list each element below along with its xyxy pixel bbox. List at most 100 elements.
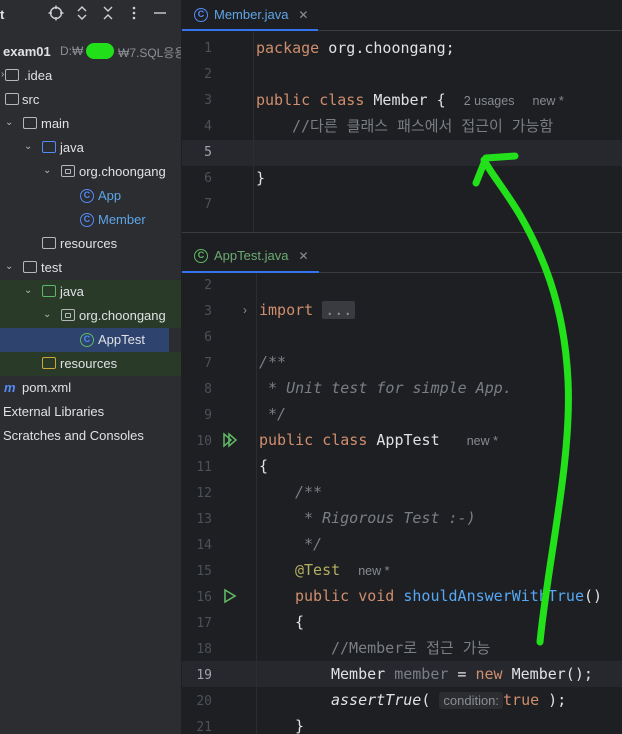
keyword: package (256, 39, 320, 57)
code-line: * Rigorous Test :-) (295, 505, 476, 531)
tree-item-label: java (60, 284, 84, 299)
tree-item-pom[interactable]: m pom.xml (0, 376, 181, 400)
code-line: public void shouldAnswerWithTrue() (295, 583, 602, 609)
code-line: import ... (259, 297, 356, 323)
code-line: { (295, 609, 304, 635)
expanded-arrow-icon[interactable]: ⌄ (5, 260, 17, 274)
tree-item-main-package[interactable]: ⌄ org.choongang (0, 160, 181, 184)
author-hint[interactable]: new * (467, 434, 498, 448)
close-icon[interactable]: ✕ (298, 249, 308, 263)
line-number: 6 (204, 330, 212, 345)
folder-icon (5, 69, 19, 81)
test-class-icon: C (194, 248, 208, 263)
line-number: 13 (196, 512, 212, 527)
editor-area: C Member.java ✕ 1 2 3 4 5 6 7 package or… (182, 0, 622, 734)
expand-all-icon[interactable] (73, 5, 91, 23)
expanded-arrow-icon[interactable]: ⌄ (5, 116, 17, 130)
test-resources-folder-icon (42, 357, 56, 369)
tree-item-label: src (22, 92, 40, 107)
code-line: */ (259, 401, 286, 427)
tree-item-label: pom.xml (22, 380, 72, 395)
class-icon: C (80, 213, 94, 227)
code-line: */ (295, 531, 322, 557)
project-root-path-tail: ₩7.SQL응용 (118, 46, 181, 60)
gutter-divider (256, 273, 257, 734)
target-icon[interactable] (47, 5, 65, 23)
author-hint[interactable]: new * (533, 94, 564, 108)
code-line: @Test new * (295, 557, 390, 583)
minimize-icon[interactable] (151, 5, 169, 23)
code-line: package org.choongang; (256, 35, 455, 61)
tree-item-test-package[interactable]: ⌄ org.choongang (0, 304, 181, 328)
folded-imports[interactable]: ... (322, 301, 356, 319)
expanded-arrow-icon[interactable]: ⌄ (43, 308, 55, 322)
tree-item-test[interactable]: ⌄ test (0, 256, 181, 280)
editor-splitter[interactable] (182, 232, 622, 233)
tree-item-app[interactable]: C App (0, 184, 181, 208)
keyword: class (319, 91, 365, 109)
tree-item-label: Member (98, 212, 146, 227)
project-title[interactable]: t (0, 7, 4, 22)
code-line: //다른 클래스 패스에서 접근이 가능함 (292, 113, 553, 139)
class-icon: C (194, 7, 208, 22)
expanded-arrow-icon[interactable]: ⌄ (24, 140, 36, 154)
code-text: AppTest (367, 431, 440, 449)
line-number: 3 (204, 304, 212, 319)
code-text: { (295, 613, 305, 631)
line-number: 17 (196, 616, 212, 631)
code-line: * Unit test for simple App. (259, 375, 512, 401)
code-line: //Member로 접근 가능 (331, 635, 490, 661)
run-gutter-icon[interactable] (222, 588, 238, 604)
code-line: public class AppTest new * (259, 427, 498, 453)
line-number: 7 (204, 356, 212, 371)
current-line-highlight (182, 140, 622, 166)
tree-item-apptest[interactable]: C AppTest (0, 328, 169, 352)
code-text: () (584, 587, 603, 605)
tree-item-idea[interactable]: › .idea (0, 64, 181, 88)
tree-item-label: App (98, 188, 122, 203)
code-line: /** (295, 479, 322, 505)
class-icon: C (80, 189, 94, 203)
tree-item-main[interactable]: ⌄ main (0, 112, 181, 136)
author-hint[interactable]: new * (358, 564, 389, 578)
code-text: } (256, 169, 266, 187)
fold-arrow-icon[interactable]: › (243, 303, 247, 317)
tree-item-src[interactable]: src (0, 88, 181, 112)
test-folder-icon (42, 285, 56, 297)
more-icon[interactable] (125, 5, 143, 23)
tree-item-main-resources[interactable]: resources (0, 232, 181, 256)
source-folder-icon (42, 141, 56, 153)
expanded-arrow-icon[interactable]: ⌄ (43, 164, 55, 178)
line-number: 9 (204, 408, 212, 423)
package-icon (61, 165, 75, 177)
close-icon[interactable]: ✕ (298, 8, 308, 22)
line-number: 18 (196, 642, 212, 657)
folder-icon (23, 261, 37, 273)
run-gutter-icon[interactable] (222, 432, 238, 448)
folder-icon (5, 93, 19, 105)
code-line: { (259, 453, 268, 479)
code-text: org.choongang; (319, 39, 455, 57)
usages-hint[interactable]: 2 usages (464, 94, 515, 108)
tab-apptest-java[interactable]: C AppTest.java ✕ (182, 240, 319, 273)
line-number: 15 (196, 564, 212, 579)
tree-item-test-java[interactable]: ⌄ java (0, 280, 181, 304)
line-number: 19 (196, 668, 212, 683)
folder-icon (23, 117, 37, 129)
resources-folder-icon (42, 237, 56, 249)
expanded-arrow-icon[interactable]: ⌄ (24, 284, 36, 298)
line-number: 4 (204, 119, 212, 134)
doc-comment: * Unit test for simple App. (259, 379, 512, 397)
collapse-all-icon[interactable] (99, 5, 117, 23)
tree-item-scratches[interactable]: Scratches and Consoles (0, 424, 181, 448)
code-line: /** (259, 349, 286, 375)
tab-member-java[interactable]: C Member.java ✕ (182, 0, 319, 31)
tree-item-main-java[interactable]: ⌄ java (0, 136, 181, 160)
tree-item-member[interactable]: C Member (0, 208, 181, 232)
code-text: Member (331, 665, 386, 683)
project-root[interactable]: exam01 D:₩ ₩7.SQL응용 (0, 40, 181, 64)
line-number: 1 (204, 41, 212, 56)
tree-item-test-resources[interactable]: resources (0, 352, 181, 376)
doc-comment: */ (295, 535, 323, 553)
tree-item-external-libraries[interactable]: External Libraries (0, 400, 181, 424)
